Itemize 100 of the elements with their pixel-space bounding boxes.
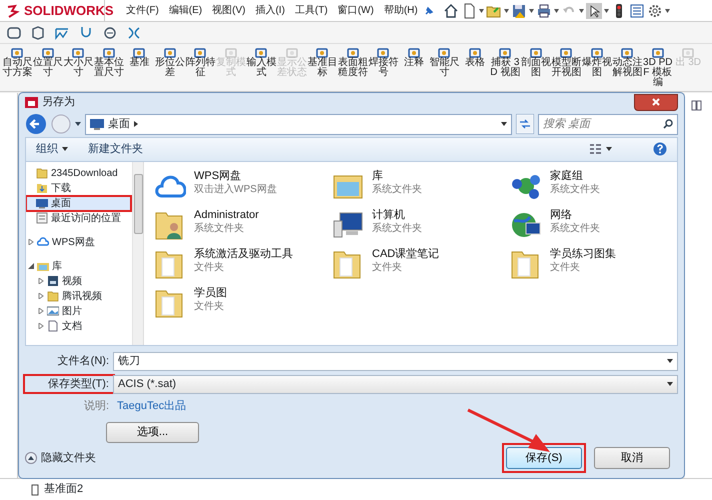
nav-item[interactable]: WPS网盘 [26,234,131,250]
toolbar-button[interactable]: 注释 [398,46,429,91]
caret-icon[interactable] [578,8,584,12]
view-tool-icon[interactable] [102,24,118,40]
menu-item[interactable]: 窗口(W) [332,3,379,18]
toolbar-button[interactable]: 基准目标 [307,46,338,91]
nav-item[interactable]: 库 [26,258,131,274]
collapsed-icon[interactable] [38,293,44,300]
file-item[interactable]: CAD课堂笔记 文件夹 [332,248,510,287]
home-icon[interactable] [442,2,459,18]
view-tool-icon[interactable] [30,24,46,40]
file-name: 系统激活及驱动工具 [194,248,293,261]
file-item[interactable]: 计算机 系统文件夹 [332,208,510,248]
menu-item[interactable]: 插入(I) [250,3,290,18]
nav-item[interactable]: 桌面 [26,196,131,211]
view-tool-icon[interactable] [6,24,22,40]
toolbar-button[interactable]: 自动尺寸方案 [2,46,32,91]
nav-item[interactable]: 2345Download [26,166,131,181]
scroll-thumb[interactable] [134,174,143,234]
caret-icon[interactable] [604,8,609,12]
organize-button[interactable]: 组织 [26,141,78,158]
caret-icon[interactable] [554,8,559,12]
filename-field[interactable]: 铣刀 [113,352,678,370]
new-folder-button[interactable]: 新建文件夹 [78,141,153,158]
caret-icon[interactable] [478,8,484,12]
caret-icon[interactable] [667,359,673,363]
search-field[interactable]: 搜索 桌面 [538,114,678,135]
app-logo: SOLIDWORKS [24,2,114,20]
note-link[interactable]: TaeguTec出品 [117,398,186,414]
view-tool-icon[interactable] [126,24,142,40]
nav-item[interactable]: 图片 [26,304,131,319]
collapsed-icon[interactable] [38,308,44,314]
view-options-icon[interactable] [589,143,613,156]
toolbar-button[interactable]: 表格 [460,46,490,91]
toolbar-button[interactable]: 表面粗糙度符 [338,46,368,91]
toolbar-button[interactable]: 3D PDF 模板编 [642,46,673,91]
toolbar-button[interactable]: 位置尺寸 [32,46,63,91]
nav-item[interactable]: 文档 [26,318,131,334]
collapsed-icon[interactable] [28,239,34,246]
save-button[interactable]: 保存(S) [506,447,582,469]
toolbar-button[interactable]: 基本位置尺寸 [94,46,124,91]
toolbar-button[interactable]: 模型断开视图 [551,46,582,91]
caret-icon[interactable] [667,382,673,386]
menu-item[interactable]: 视图(V) [207,3,250,18]
toolbar-button[interactable]: 爆炸视图 [582,46,612,91]
file-item[interactable]: 系统激活及驱动工具 文件夹 [154,248,332,287]
close-button[interactable] [634,94,678,111]
help-icon[interactable] [653,142,667,156]
file-item[interactable]: 网络 系统文件夹 [510,208,688,248]
nav-item[interactable]: 最近访问的位置 [26,210,131,226]
file-item[interactable]: 学员图 文件夹 [154,286,332,326]
file-item[interactable]: Administrator 系统文件夹 [154,208,332,248]
collapsed-icon[interactable] [38,323,44,330]
nav-item[interactable]: 视频 [26,274,131,289]
toolbar-button[interactable]: 焊接符号 [368,46,398,91]
file-item[interactable]: 库 系统文件夹 [332,170,510,209]
toolbar-button[interactable]: 大小尺寸 [63,46,94,91]
refresh-icon[interactable] [516,114,534,134]
caret-icon[interactable] [504,8,509,12]
caret-icon[interactable] [501,122,507,126]
pin-icon[interactable] [422,4,435,16]
settings-icon[interactable] [646,2,663,18]
options-button[interactable]: 选项... [106,422,199,443]
collapsed-icon[interactable] [38,278,44,284]
file-name: Administrator [194,208,259,222]
toolbar-button[interactable]: 智能尺寸 [429,46,460,91]
file-type: 文件夹 [194,300,225,313]
toolbar-button[interactable]: 动态注解视图 [612,46,642,91]
file-item[interactable]: 学员练习图集 文件夹 [510,248,688,287]
caret-icon[interactable] [75,122,81,126]
menu-item[interactable]: 文件(F) [121,3,164,18]
save-icon[interactable] [510,2,527,18]
expanded-icon[interactable] [28,263,34,270]
save-type-dropdown[interactable]: ACIS (*.sat) [113,374,678,394]
menu-item[interactable]: 工具(T) [290,3,333,18]
menu-item[interactable]: 编辑(E) [164,3,208,18]
back-icon[interactable] [25,113,47,136]
hide-folders-button[interactable]: 隐藏文件夹 [25,450,96,466]
toolbar-button[interactable]: 阵列特征 [185,46,216,91]
file-item[interactable]: WPS网盘 双击进入WPS网盘 [154,170,332,209]
address-bar[interactable]: 桌面 [85,114,512,135]
pointer-icon[interactable] [586,2,602,18]
scrollbar[interactable] [132,162,143,344]
caret-icon [62,147,68,152]
tree-item[interactable]: 基准面2 [44,481,84,498]
nav-item[interactable]: 腾讯视频 [26,288,131,304]
caret-icon[interactable] [528,8,534,12]
list-icon[interactable] [628,2,645,18]
menu-item[interactable]: 帮助(H) [378,3,423,18]
cancel-button[interactable]: 取消 [594,447,670,469]
toolbar-button[interactable]: 形位公差 [154,46,185,91]
file-item[interactable]: 家庭组 系统文件夹 [510,170,688,209]
toolbar-button[interactable]: 剖面视图 [520,46,551,91]
tool-symbol-icon [559,46,574,58]
toolbar-button[interactable]: 基准 [124,46,154,91]
toolbar-button[interactable]: 输入模式 [246,46,276,91]
nav-item[interactable]: 下载 [26,180,131,196]
print-icon[interactable] [536,2,552,18]
toolbar-button[interactable]: 捕获 3D 视图 [490,46,520,91]
caret-icon[interactable] [664,8,670,12]
